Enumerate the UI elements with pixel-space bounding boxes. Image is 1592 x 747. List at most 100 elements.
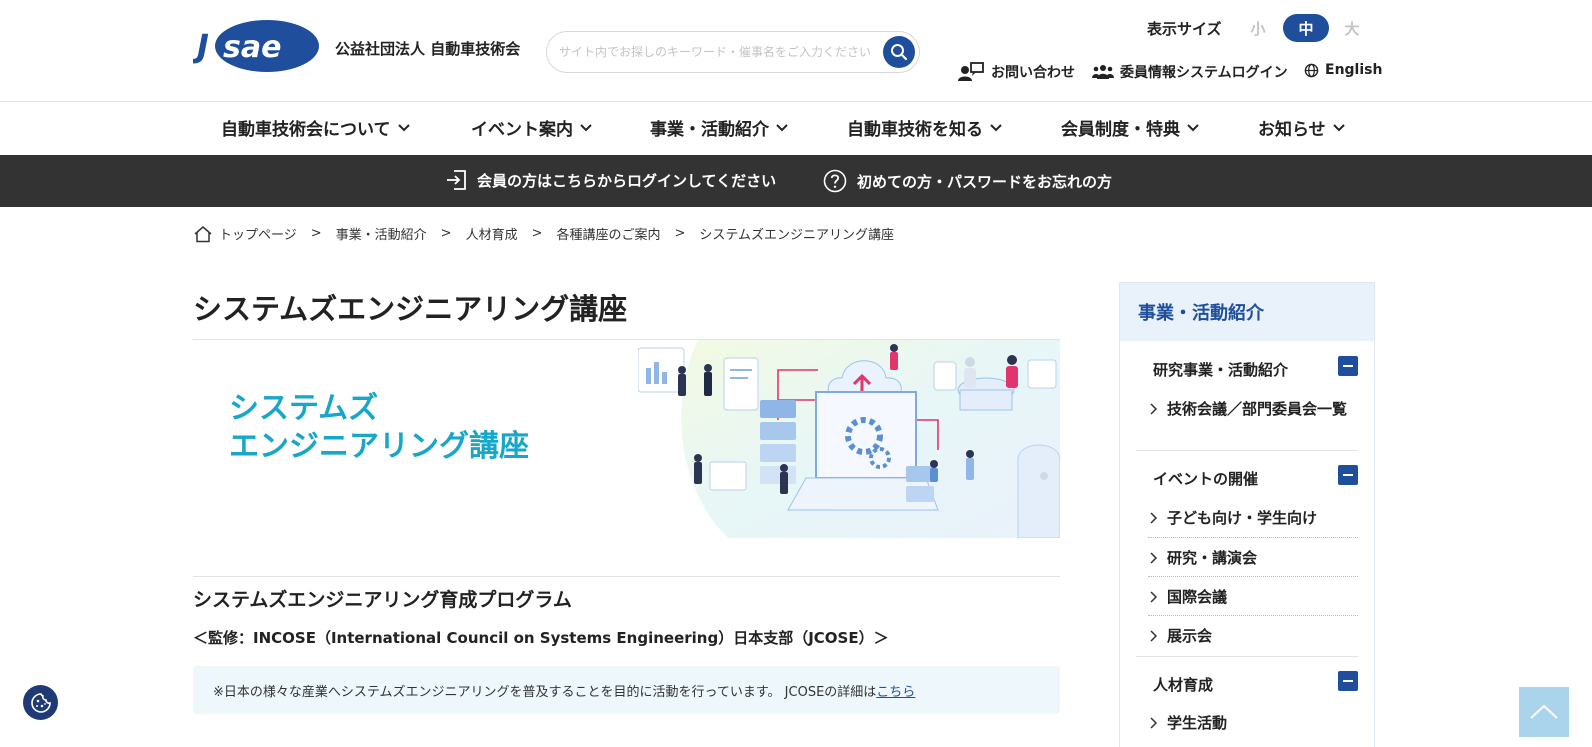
banner-heading-line2: エンジニアリング講座 — [229, 429, 529, 464]
breadcrumb-separator: > — [310, 226, 322, 241]
side-category-events[interactable]: イベントの開催 — [1153, 468, 1258, 489]
global-nav: 自動車技術会について イベント案内 事業・活動紹介 自動車技術を知る 会員制度・… — [0, 102, 1592, 155]
nav-item-label: 自動車技術会について — [221, 120, 391, 140]
breadcrumb-current: システムズエンジニアリング講座 — [699, 228, 895, 243]
supervision-text: ＜監修：INCOSE（International Council on Syst… — [193, 629, 889, 647]
jcose-note-text: ※日本の様々な産業へシステムズエンジニアリングを普及することを目的に活動を行って… — [213, 684, 877, 700]
nav-item-label: 自動車技術を知る — [847, 120, 983, 140]
chevron-right-icon — [1150, 552, 1158, 564]
side-divider — [1148, 537, 1358, 538]
chevron-right-icon — [1150, 717, 1158, 729]
course-banner: システムズ エンジニアリング講座 — [193, 340, 1060, 538]
side-item-exhibitions[interactable]: 展示会 — [1148, 625, 1358, 648]
chevron-right-icon — [1150, 403, 1158, 415]
globe-icon — [1304, 63, 1319, 77]
breadcrumb-separator: > — [440, 226, 452, 241]
breadcrumb-separator: > — [531, 226, 543, 241]
svg-text:J: J — [193, 27, 209, 65]
nav-item-membership[interactable]: 会員制度・特典 — [1061, 115, 1199, 140]
side-item-label: 学生活動 — [1167, 714, 1228, 732]
side-divider — [1148, 615, 1358, 616]
side-divider — [1136, 656, 1358, 657]
question-circle-icon — [823, 169, 847, 193]
jsae-logo[interactable]: J sae — [193, 20, 320, 73]
magnifier-icon — [891, 44, 908, 61]
member-login-label: 委員情報システムログイン — [1120, 65, 1288, 81]
login-arrow-icon — [447, 170, 466, 190]
side-item-student-activities[interactable]: 学生活動 — [1148, 712, 1358, 735]
contact-link[interactable]: お問い合わせ — [957, 62, 1075, 82]
side-item-label: 展示会 — [1167, 627, 1213, 645]
side-item-label: 研究・講演会 — [1167, 549, 1258, 567]
home-icon — [194, 225, 212, 242]
side-nav-heading[interactable]: 事業・活動紹介 — [1120, 283, 1374, 341]
member-login-text: 会員の方はこちらからログインしてください — [477, 171, 777, 190]
search-button[interactable] — [883, 36, 915, 68]
side-category-events-collapse-button[interactable] — [1338, 465, 1358, 485]
chevron-down-icon — [1187, 123, 1199, 131]
english-link[interactable]: English — [1304, 62, 1382, 78]
nav-item-technology[interactable]: 自動車技術を知る — [847, 115, 1002, 140]
chevron-down-icon — [776, 123, 788, 131]
site-header: J sae 公益社団法人 自動車技術会 表示サイズ 小 中 大 お問い合わせ — [0, 0, 1592, 102]
breadcrumb-courses[interactable]: 各種講座のご案内 — [557, 224, 661, 243]
breadcrumb-activities[interactable]: 事業・活動紹介 — [336, 224, 427, 243]
first-time-help-text: 初めての方・パスワードをお忘れの方 — [857, 172, 1113, 191]
font-size-medium-button[interactable]: 中 — [1283, 14, 1329, 42]
back-to-top-button[interactable] — [1519, 687, 1569, 737]
nav-item-events[interactable]: イベント案内 — [471, 115, 592, 140]
nav-item-news[interactable]: お知らせ — [1258, 115, 1345, 140]
nav-item-label: お知らせ — [1258, 120, 1326, 140]
breadcrumb-hr[interactable]: 人材育成 — [466, 224, 518, 243]
page-title: システムズエンジニアリング講座 — [193, 292, 628, 326]
jcose-note: ※日本の様々な産業へシステムズエンジニアリングを普及することを目的に活動を行って… — [193, 666, 1060, 714]
banner-heading: システムズ エンジニアリング講座 — [229, 390, 529, 466]
nav-item-activities[interactable]: 事業・活動紹介 — [650, 115, 788, 140]
chevron-right-icon — [1150, 591, 1158, 603]
font-size-small-button[interactable]: 小 — [1244, 14, 1272, 42]
group-icon — [1092, 65, 1114, 79]
chevron-down-icon — [990, 123, 1002, 131]
nav-item-label: 事業・活動紹介 — [650, 120, 769, 140]
font-size-large-button[interactable]: 大 — [1338, 14, 1366, 42]
side-item-label: 技術会議／部門委員会一覧 — [1167, 400, 1348, 418]
side-category-research-collapse-button[interactable] — [1338, 356, 1358, 376]
side-category-hr-collapse-button[interactable] — [1338, 671, 1358, 691]
breadcrumb-separator: > — [674, 226, 686, 241]
nav-item-label: 会員制度・特典 — [1061, 120, 1180, 140]
first-time-help-button[interactable]: 初めての方・パスワードをお忘れの方 — [823, 169, 1112, 193]
banner-divider — [193, 576, 1060, 577]
chevron-right-icon — [1150, 512, 1158, 524]
side-divider — [1148, 576, 1358, 577]
banner-illustration — [638, 340, 1060, 538]
member-login-button[interactable]: 会員の方はこちらからログインしてください — [445, 169, 776, 191]
jcose-detail-link[interactable]: こちら — [876, 681, 915, 700]
side-item-lectures[interactable]: 研究・講演会 — [1148, 547, 1358, 570]
nav-item-about[interactable]: 自動車技術会について — [221, 115, 410, 140]
side-item-international-conferences[interactable]: 国際会議 — [1148, 586, 1358, 609]
side-category-research[interactable]: 研究事業・活動紹介 — [1153, 359, 1288, 380]
side-category-hr[interactable]: 人材育成 — [1153, 674, 1213, 695]
nav-item-label: イベント案内 — [471, 120, 573, 140]
side-item-label: 子ども向け・学生向け — [1167, 509, 1318, 527]
cookie-icon — [30, 692, 51, 713]
side-item-label: 国際会議 — [1167, 588, 1228, 606]
side-item-kids-students[interactable]: 子ども向け・学生向け — [1148, 507, 1358, 530]
logo-text: sae — [223, 30, 281, 65]
breadcrumb: トップページ > 事業・活動紹介 > 人材育成 > 各種講座のご案内 > システ… — [193, 224, 894, 243]
chevron-down-icon — [580, 123, 592, 131]
chevron-right-icon — [1150, 630, 1158, 642]
section-title: システムズエンジニアリング育成プログラム — [193, 589, 572, 611]
org-name: 公益社団法人 自動車技術会 — [335, 40, 521, 58]
search-input[interactable] — [559, 42, 879, 62]
cookie-settings-button[interactable] — [23, 685, 58, 720]
chevron-up-icon — [1530, 704, 1558, 719]
side-item-tech-committees[interactable]: 技術会議／部門委員会一覧 — [1148, 398, 1358, 421]
side-divider — [1136, 450, 1358, 451]
breadcrumb-home[interactable]: トップページ — [219, 224, 297, 243]
english-link-label: English — [1325, 62, 1383, 78]
font-size-label: 表示サイズ — [1147, 20, 1222, 38]
banner-heading-line1: システムズ — [229, 391, 379, 426]
member-login-link[interactable]: 委員情報システムログイン — [1092, 62, 1288, 82]
person-chat-icon — [958, 62, 984, 81]
